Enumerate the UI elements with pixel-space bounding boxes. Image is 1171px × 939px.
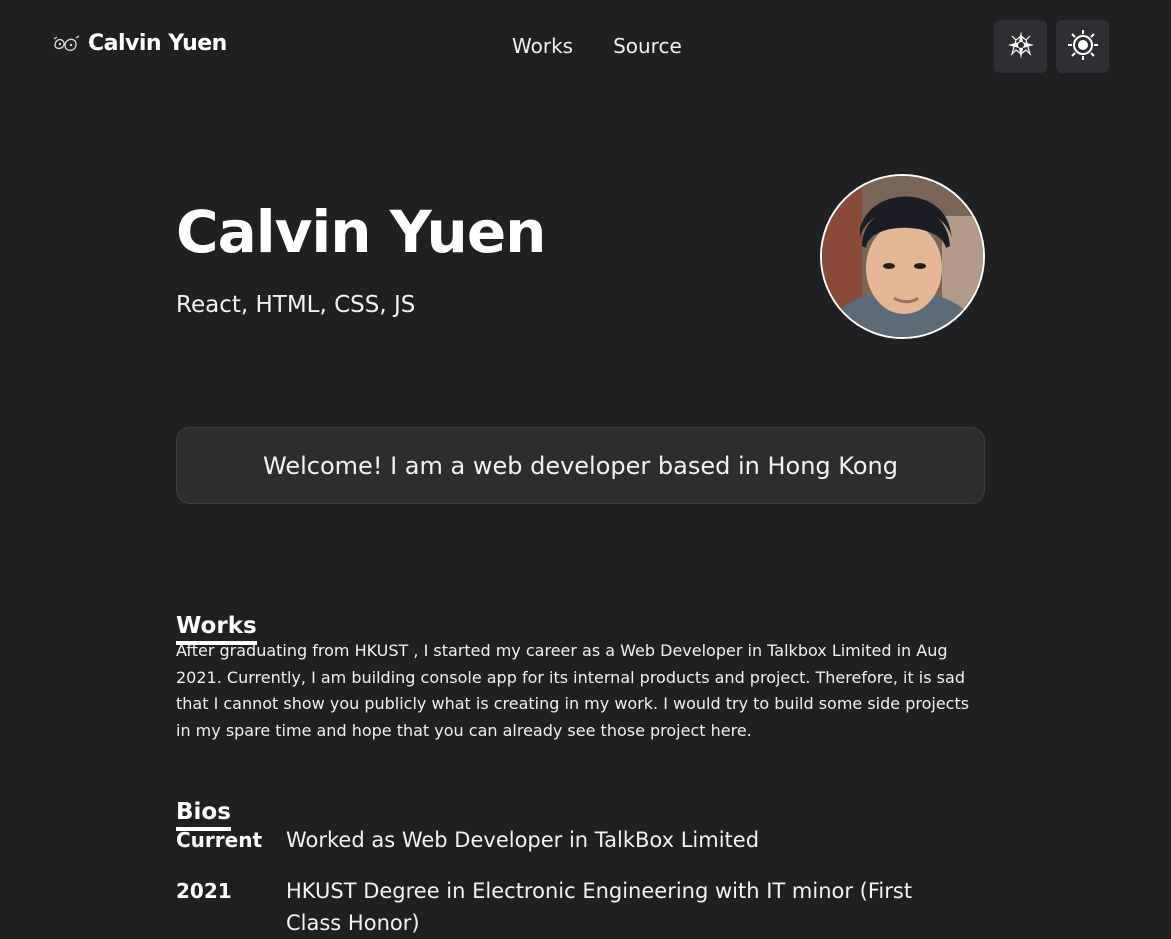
bio-item: 2021 HKUST Degree in Electronic Engineer… [176,875,936,939]
sun-icon [1067,29,1099,65]
paw-logo-icon [52,33,80,55]
bio-year: 2021 [176,879,232,903]
welcome-banner: Welcome! I am a web developer based in H… [176,427,985,504]
nav-link-source[interactable]: Source [613,34,682,58]
sparkle-icon [1006,30,1036,64]
nav-link-works[interactable]: Works [512,34,573,58]
top-nav: Calvin Yuen Works Source [0,0,1171,95]
brand-link[interactable]: Calvin Yuen [52,31,227,56]
bio-description: Worked as Web Developer in TalkBox Limit… [286,828,760,852]
works-paragraph: After graduating from HKUST , I started … [176,641,970,740]
profile-avatar [820,174,985,339]
sparkle-button[interactable] [994,20,1047,73]
hero-title: Calvin Yuen [176,198,546,266]
brand-name: Calvin Yuen [88,31,227,56]
nav-links: Works Source [512,34,682,58]
hero-subtitle: React, HTML, CSS, JS [176,291,416,318]
hero-section: Calvin Yuen React, HTML, CSS, JS [176,198,546,318]
nav-actions [994,20,1109,73]
bio-item: Current Worked as Web Developer in TalkB… [176,824,936,856]
bio-year: Current [176,828,263,852]
bio-description: HKUST Degree in Electronic Engineering w… [286,879,913,935]
theme-toggle-button[interactable] [1056,20,1109,73]
